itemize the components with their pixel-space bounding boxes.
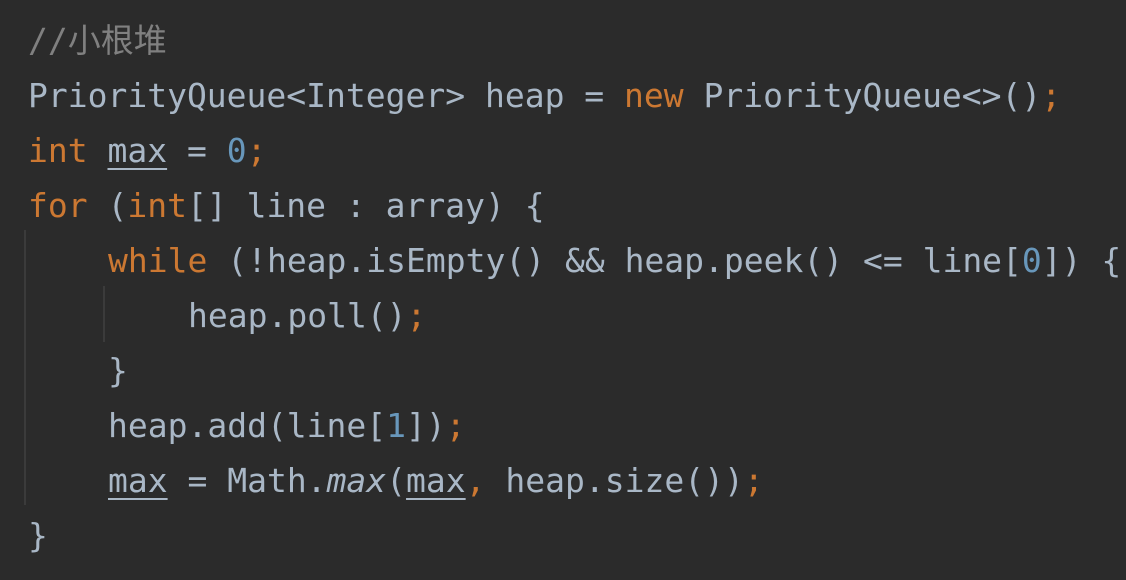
brace: } xyxy=(28,516,48,555)
code-line-while-loop: while (!heap.isEmpty() && heap.peek() <=… xyxy=(108,233,1121,288)
condition-part: ]) { xyxy=(1041,241,1122,280)
operator-token: = xyxy=(564,76,625,115)
method-call: heap.add(line[ xyxy=(108,406,387,445)
method-call: heap.poll() xyxy=(188,296,407,335)
keyword-int: int xyxy=(28,131,88,170)
operator-token: = Math. xyxy=(167,461,327,500)
type-token: PriorityQueue<>() xyxy=(683,76,1042,115)
code-line-max-declaration: int max = 0; xyxy=(28,123,266,178)
number-literal: 1 xyxy=(386,406,407,445)
indent-guide xyxy=(24,230,26,505)
code-line-max-assign: max = Math.max(max, heap.size()); xyxy=(108,453,764,508)
variable-max: max xyxy=(406,461,466,500)
keyword-for: for xyxy=(28,186,88,225)
semicolon: ; xyxy=(406,296,427,335)
code-line-add: heap.add(line[1]); xyxy=(108,398,466,453)
code-line-close-brace: } xyxy=(28,508,48,563)
code-line-poll: heap.poll(); xyxy=(188,288,426,343)
type-token: PriorityQueue<Integer> xyxy=(28,76,466,115)
code-line-for-loop: for (int[] line : array) { xyxy=(28,178,545,233)
code-line-heap-declaration: PriorityQueue<Integer> heap = new Priori… xyxy=(28,68,1061,123)
paren-open: ( xyxy=(386,461,407,500)
paren-open: ( xyxy=(87,186,128,225)
variable-max: max xyxy=(107,131,168,170)
indent-guide xyxy=(103,286,105,342)
static-method-max: max xyxy=(326,461,387,500)
operator-token: = xyxy=(167,131,227,170)
code-line-close-brace: } xyxy=(108,343,128,398)
semicolon: ; xyxy=(743,461,764,500)
semicolon: ; xyxy=(246,131,267,170)
semicolon: ; xyxy=(445,406,466,445)
code-line-comment: //小根堆 xyxy=(28,13,167,68)
keyword-int: int xyxy=(127,186,187,225)
semicolon: ; xyxy=(1041,76,1062,115)
keyword-new: new xyxy=(624,76,684,115)
method-call: heap.size()) xyxy=(485,461,744,500)
code-editor[interactable]: //小根堆 PriorityQueue<Integer> heap = new … xyxy=(0,0,1126,580)
variable-token: heap xyxy=(465,76,565,115)
comma: , xyxy=(465,461,486,500)
variable-max: max xyxy=(108,461,168,500)
number-literal: 0 xyxy=(1021,241,1042,280)
keyword-while: while xyxy=(108,241,208,280)
comment-text: //小根堆 xyxy=(28,21,167,60)
method-call-end: ]) xyxy=(406,406,446,445)
brace: } xyxy=(108,351,128,390)
condition-part: (!heap.isEmpty() && heap.peek() <= line[ xyxy=(207,241,1022,280)
loop-header-rest: [] line : array) { xyxy=(186,186,545,225)
number-literal: 0 xyxy=(226,131,247,170)
